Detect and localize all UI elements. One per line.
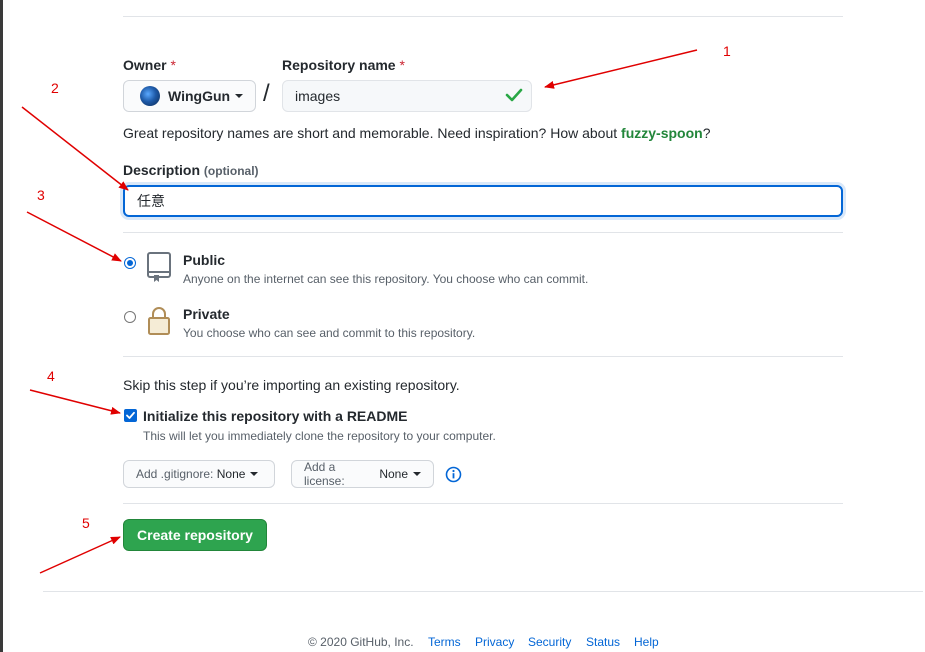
annotation-arrow [544,49,698,89]
annotation-arrow [21,106,129,191]
annotation-arrows [21,49,698,574]
annotation-arrow [39,536,121,574]
annotation-arrow [29,389,121,415]
annotation-arrow [26,211,122,262]
